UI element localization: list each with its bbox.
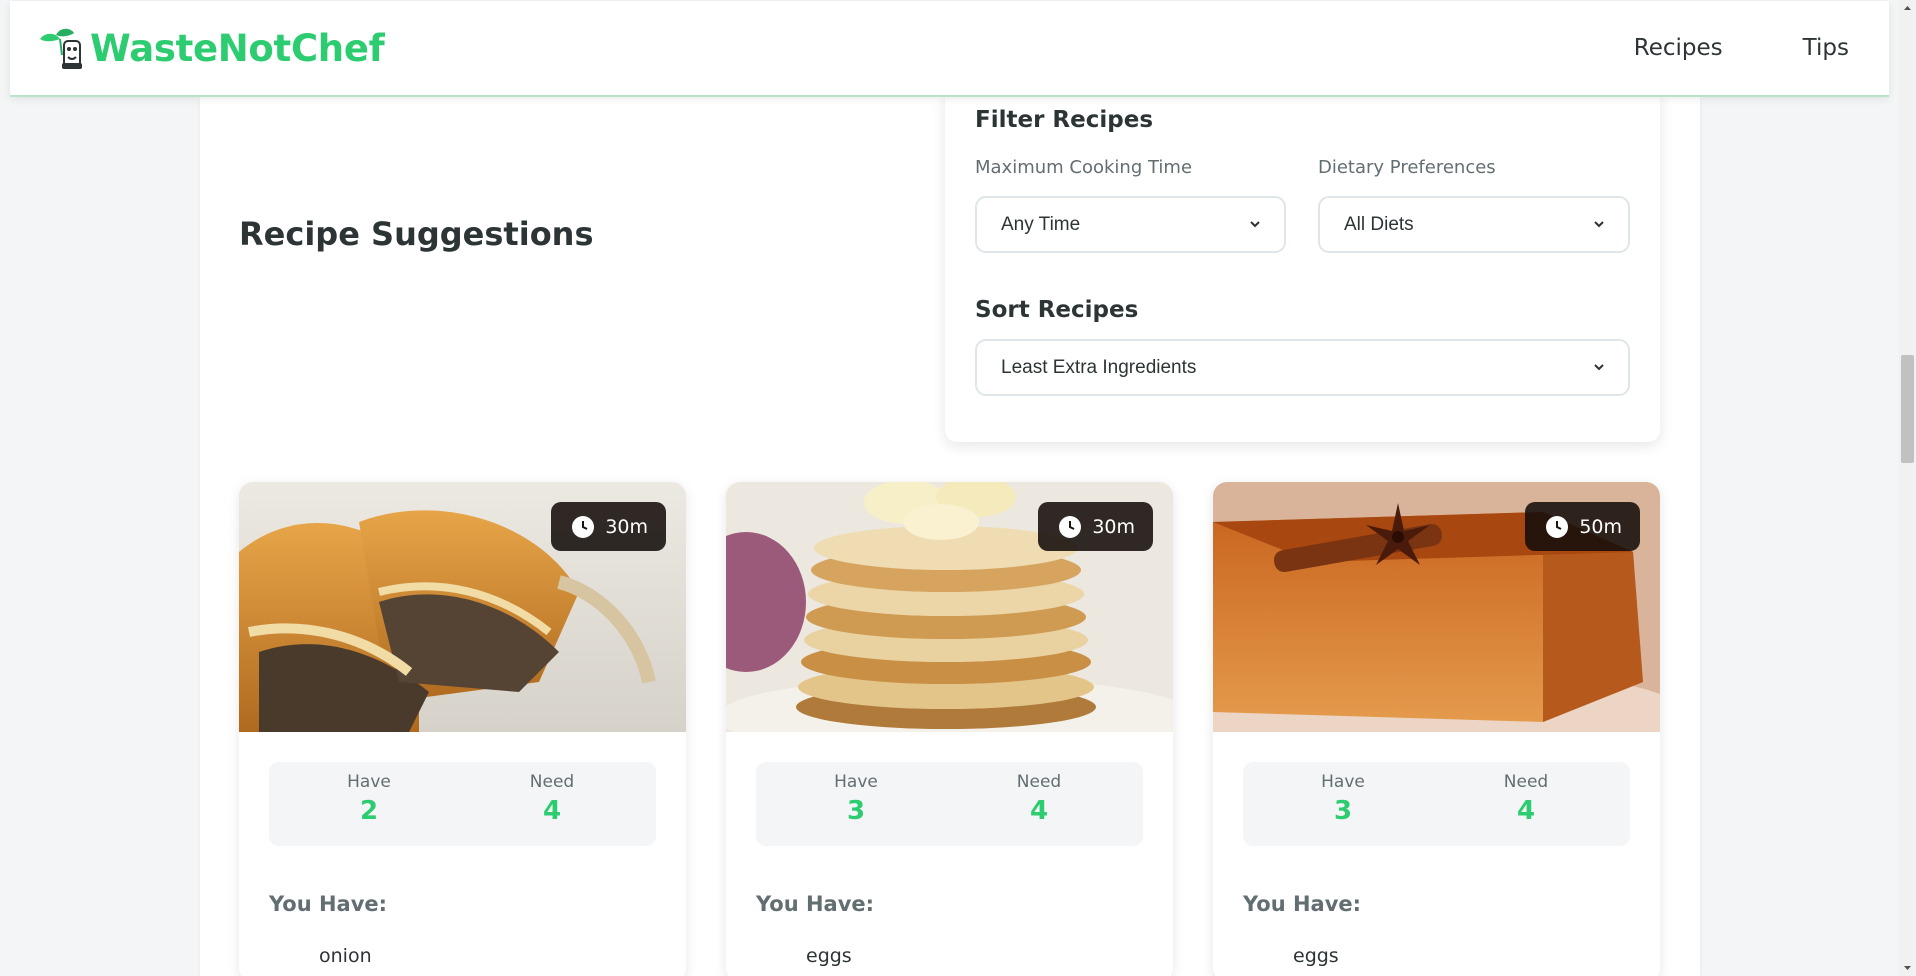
cook-time: 30m bbox=[1092, 515, 1135, 538]
clock-icon bbox=[572, 515, 595, 538]
diet-label: Dietary Preferences bbox=[1318, 157, 1496, 178]
recipe-card[interactable]: 30m Have 3 Need 4 You Have: eggs bbox=[726, 482, 1173, 976]
have-count: 3 bbox=[846, 796, 866, 826]
have-stat: Have 3 bbox=[796, 772, 916, 826]
cook-time: 50m bbox=[1579, 515, 1622, 538]
need-count: 4 bbox=[1029, 796, 1049, 826]
need-label: Need bbox=[529, 772, 575, 792]
have-label: Have bbox=[347, 772, 391, 792]
page-title: Recipe Suggestions bbox=[239, 215, 594, 253]
diet-value: All Diets bbox=[1344, 213, 1414, 235]
main-nav: Recipes Tips bbox=[1634, 35, 1849, 61]
clock-icon bbox=[1546, 515, 1569, 538]
have-label: Have bbox=[1321, 772, 1365, 792]
have-label: Have bbox=[834, 772, 878, 792]
cook-time-badge: 30m bbox=[1038, 502, 1153, 551]
ingredient-stats: Have 2 Need 4 bbox=[269, 762, 656, 846]
need-label: Need bbox=[1016, 772, 1062, 792]
recipe-image[interactable]: 30m bbox=[726, 482, 1173, 732]
cooking-time-label: Maximum Cooking Time bbox=[975, 157, 1193, 178]
need-stat: Need 4 bbox=[492, 772, 612, 826]
need-label: Need bbox=[1503, 772, 1549, 792]
brand-name: WasteNotChef bbox=[90, 26, 385, 70]
recipe-image[interactable]: 30m bbox=[239, 482, 686, 732]
chevron-down-icon bbox=[1594, 221, 1604, 228]
you-have-title: You Have: bbox=[756, 892, 875, 916]
scroll-up-arrow-icon[interactable] bbox=[1899, 0, 1916, 17]
cook-time-badge: 30m bbox=[551, 502, 666, 551]
brand-logo[interactable]: WasteNotChef bbox=[36, 25, 385, 71]
have-stat: Have 2 bbox=[309, 772, 429, 826]
page-scrollbar[interactable] bbox=[1899, 0, 1916, 976]
you-have-title: You Have: bbox=[1243, 892, 1362, 916]
need-stat: Need 4 bbox=[1466, 772, 1586, 826]
chevron-down-icon bbox=[1594, 364, 1604, 371]
sort-select[interactable]: Least Extra Ingredients bbox=[975, 339, 1630, 396]
clock-icon bbox=[1059, 515, 1082, 538]
cook-time-badge: 50m bbox=[1525, 502, 1640, 551]
sort-value: Least Extra Ingredients bbox=[1001, 356, 1197, 378]
ingredient-stats: Have 3 Need 4 bbox=[1243, 762, 1630, 846]
have-ingredient-item: eggs bbox=[1293, 945, 1339, 967]
recipe-card[interactable]: 50m Have 3 Need 4 You Have: eggs bbox=[1213, 482, 1660, 976]
have-count: 2 bbox=[359, 796, 379, 826]
scrollbar-thumb[interactable] bbox=[1901, 355, 1914, 463]
need-count: 4 bbox=[542, 796, 562, 826]
sort-title: Sort Recipes bbox=[975, 297, 1139, 323]
have-stat: Have 3 bbox=[1283, 772, 1403, 826]
nav-link-recipes[interactable]: Recipes bbox=[1634, 35, 1723, 61]
have-count: 3 bbox=[1333, 796, 1353, 826]
you-have-title: You Have: bbox=[269, 892, 388, 916]
scroll-down-arrow-icon[interactable] bbox=[1899, 959, 1916, 976]
main-content: Recipe Suggestions Filter Recipes Maximu… bbox=[200, 87, 1700, 976]
need-stat: Need 4 bbox=[979, 772, 1099, 826]
chef-leaf-icon bbox=[36, 25, 86, 71]
filter-panel: Filter Recipes Maximum Cooking Time Any … bbox=[945, 87, 1660, 442]
recipe-card[interactable]: 30m Have 2 Need 4 You Have: onion bbox=[239, 482, 686, 976]
top-navbar: WasteNotChef Recipes Tips bbox=[10, 1, 1889, 97]
need-count: 4 bbox=[1516, 796, 1536, 826]
chevron-down-icon bbox=[1250, 221, 1260, 228]
cook-time: 30m bbox=[605, 515, 648, 538]
nav-link-tips[interactable]: Tips bbox=[1803, 35, 1849, 61]
recipe-image[interactable]: 50m bbox=[1213, 482, 1660, 732]
ingredient-stats: Have 3 Need 4 bbox=[756, 762, 1143, 846]
cooking-time-value: Any Time bbox=[1001, 213, 1081, 235]
diet-select[interactable]: All Diets bbox=[1318, 196, 1630, 253]
have-ingredient-item: onion bbox=[319, 945, 372, 967]
have-ingredient-item: eggs bbox=[806, 945, 852, 967]
filter-title: Filter Recipes bbox=[975, 107, 1154, 133]
cooking-time-select[interactable]: Any Time bbox=[975, 196, 1286, 253]
